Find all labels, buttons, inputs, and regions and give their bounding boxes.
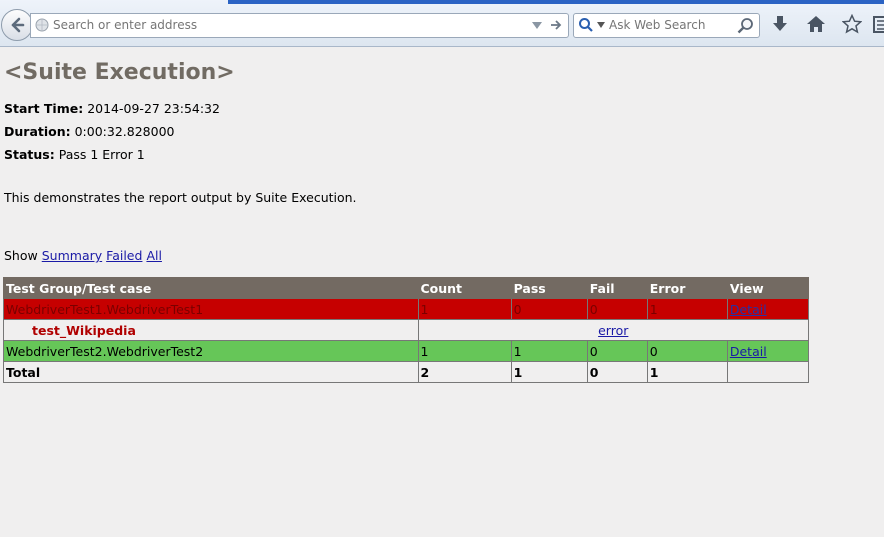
group-view-cell: Detail	[726, 298, 810, 320]
all-link[interactable]: All	[146, 248, 162, 263]
window-accent-bar	[228, 0, 884, 4]
detail-link[interactable]: Detail	[730, 344, 767, 359]
table-row-error-group: WebdriverTest1.WebdriverTest1 1 0 0 1 De…	[3, 298, 810, 320]
search-magnifier-icon[interactable]	[737, 17, 754, 34]
address-input[interactable]	[53, 16, 523, 34]
total-view-cell	[726, 361, 810, 383]
search-engine-icon[interactable]	[578, 17, 594, 33]
summary-link[interactable]: Summary	[42, 248, 102, 263]
test-case-result-cell: error	[417, 319, 809, 341]
status-row: Status: Pass 1 Error 1	[4, 147, 145, 162]
start-time-value: 2014-09-27 23:54:32	[87, 101, 220, 116]
group-pass: 1	[510, 340, 588, 362]
home-icon[interactable]	[806, 14, 826, 34]
page-title: <Suite Execution>	[4, 60, 235, 85]
duration-label: Duration:	[4, 124, 71, 139]
table-header-row: Test Group/Test case Count Pass Fail Err…	[3, 277, 810, 299]
group-pass: 0	[510, 298, 588, 320]
header-error: Error	[646, 277, 728, 299]
search-bar[interactable]	[573, 13, 760, 38]
group-view-cell: Detail	[726, 340, 810, 362]
globe-icon	[35, 18, 49, 32]
engine-dropdown-icon[interactable]	[597, 22, 605, 28]
bookmarks-menu-icon[interactable]	[872, 14, 884, 34]
bookmark-star-icon[interactable]	[842, 14, 862, 34]
table-row-total: Total 2 1 0 1	[3, 361, 810, 383]
header-view: View	[726, 277, 810, 299]
header-count: Count	[417, 277, 512, 299]
group-count: 1	[417, 298, 512, 320]
group-fail: 0	[586, 340, 648, 362]
download-icon[interactable]	[770, 14, 790, 34]
browser-toolbar	[0, 0, 884, 47]
test-case-name: test_Wikipedia	[3, 319, 419, 341]
total-fail: 0	[586, 361, 648, 383]
status-label: Status:	[4, 147, 55, 162]
total-label: Total	[3, 361, 419, 383]
total-count: 2	[417, 361, 512, 383]
report-page: <Suite Execution> Start Time: 2014-09-27…	[0, 47, 884, 537]
start-time-label: Start Time:	[4, 101, 84, 116]
result-table: Test Group/Test case Count Pass Fail Err…	[3, 277, 810, 383]
go-arrow-icon[interactable]	[549, 18, 563, 32]
group-error: 0	[646, 340, 728, 362]
total-error: 1	[646, 361, 728, 383]
start-time-row: Start Time: 2014-09-27 23:54:32	[4, 101, 220, 116]
group-name: WebdriverTest1.WebdriverTest1	[3, 298, 419, 320]
header-test-group: Test Group/Test case	[3, 277, 419, 299]
duration-row: Duration: 0:00:32.828000	[4, 124, 175, 139]
address-bar[interactable]	[30, 13, 569, 38]
duration-value: 0:00:32.828000	[74, 124, 175, 139]
group-error: 1	[646, 298, 728, 320]
group-count: 1	[417, 340, 512, 362]
total-pass: 1	[510, 361, 588, 383]
header-fail: Fail	[586, 277, 648, 299]
table-row-pass-group: WebdriverTest2.WebdriverTest2 1 1 0 0 De…	[3, 340, 810, 362]
failed-link[interactable]: Failed	[106, 248, 142, 263]
header-pass: Pass	[510, 277, 588, 299]
error-link[interactable]: error	[598, 323, 628, 338]
history-dropdown-icon[interactable]	[531, 19, 543, 31]
search-input[interactable]	[609, 16, 734, 34]
show-filter-bar: Show Summary Failed All	[4, 248, 162, 263]
show-label: Show	[4, 248, 38, 263]
report-description: This demonstrates the report output by S…	[4, 190, 357, 205]
back-arrow-icon	[11, 17, 25, 33]
table-row-test-case: test_Wikipedia error	[3, 319, 809, 341]
status-value: Pass 1 Error 1	[58, 147, 145, 162]
detail-link[interactable]: Detail	[730, 302, 767, 317]
group-fail: 0	[586, 298, 648, 320]
group-name: WebdriverTest2.WebdriverTest2	[3, 340, 419, 362]
back-button[interactable]	[1, 9, 33, 41]
